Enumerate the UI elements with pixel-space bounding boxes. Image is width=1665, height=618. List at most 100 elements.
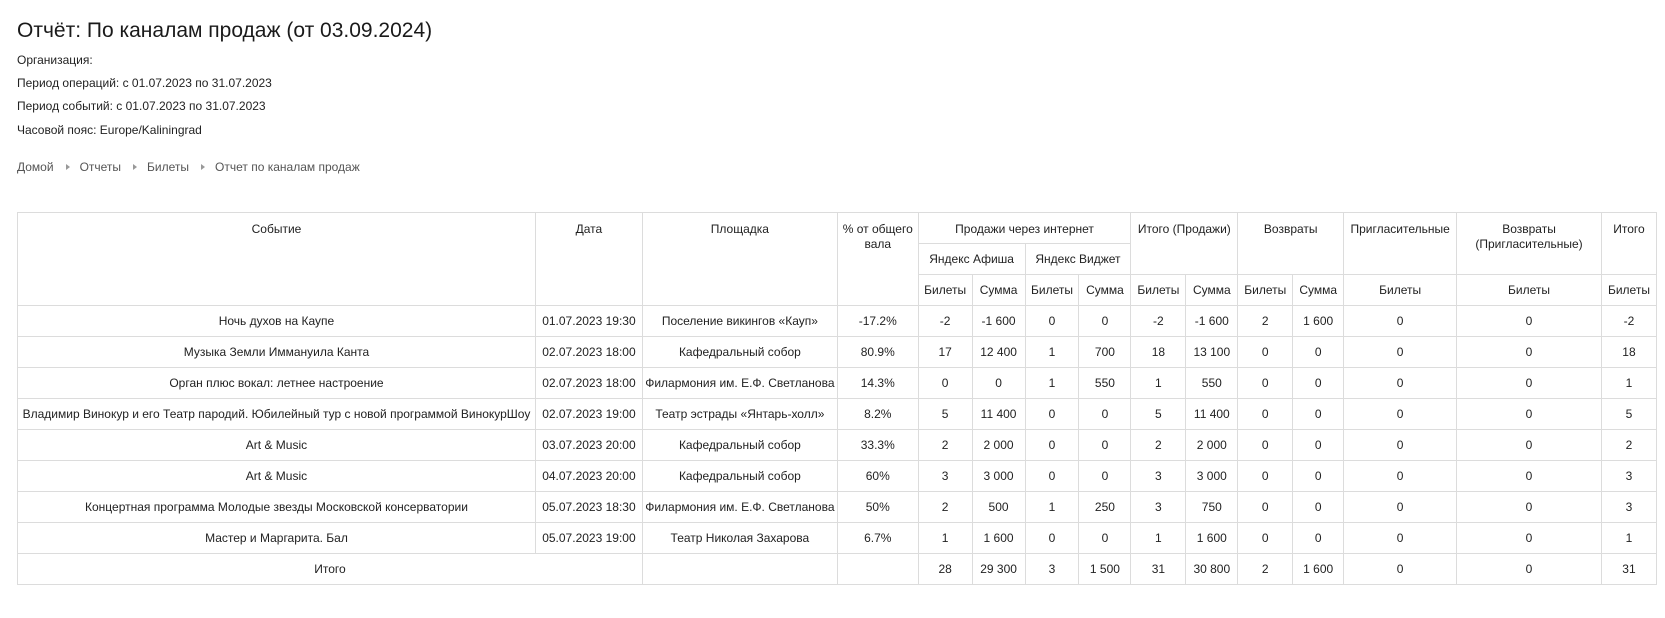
cell-returns-sum: 0 [1292, 336, 1345, 368]
cell-sales-tickets: 1 [1130, 367, 1187, 399]
cell-date: 02.07.2023 18:00 [534, 336, 643, 368]
cell-sales-sum: 750 [1185, 491, 1239, 523]
header-total-sales: Итого (Продажи) [1130, 212, 1239, 275]
cell-returns-sum: 0 [1292, 460, 1345, 492]
cell-invitations-tickets: 0 [1343, 305, 1458, 337]
cell-invitation-returns-tickets: 0 [1456, 522, 1602, 554]
breadcrumb-tickets[interactable]: Билеты [147, 160, 189, 174]
cell-afisha-tickets: 3 [917, 460, 973, 492]
header-total-tickets[interactable]: Билеты [1600, 274, 1658, 306]
chevron-right-icon [201, 164, 206, 170]
cell-event: Концертная программа Молодые звезды Моск… [17, 491, 536, 523]
header-afisha-sum[interactable]: Сумма [971, 274, 1026, 306]
cell-event: Музыка Земли Иммануила Канта [17, 336, 536, 368]
cell-returns-tickets: 0 [1237, 367, 1294, 399]
cell-sales-tickets: 18 [1130, 336, 1187, 368]
cell-sales-sum: 11 400 [1185, 398, 1239, 430]
header-total-sales-sum[interactable]: Сумма [1185, 274, 1239, 306]
cell-invitation-returns-tickets: 0 [1456, 460, 1602, 492]
cell-venue: Театр Николая Захарова [641, 522, 838, 554]
header-invitations-tickets[interactable]: Билеты [1343, 274, 1458, 306]
table-row: Мастер и Маргарита. Бал 05.07.2023 19:00 Т… [17, 522, 1658, 554]
cell-percent: 80.9% [836, 336, 919, 368]
cell-afisha-tickets: 5 [917, 398, 973, 430]
cell-invitations-tickets: 0 [1343, 460, 1458, 492]
header-event[interactable]: Событие [17, 212, 536, 306]
operations-period-line: Период операций: с 01.07.2023 по 31.07.2… [17, 76, 272, 90]
cell-venue: Театр эстрады «Янтарь-холл» [641, 398, 838, 430]
table-header-row: Событие Дата Площадка % от общего вала П… [17, 212, 1658, 306]
header-returns-sum[interactable]: Сумма [1292, 274, 1345, 306]
cell-widget-sum: 0 [1078, 398, 1132, 430]
cell-returns-tickets: 0 [1237, 522, 1294, 554]
cell-afisha-sum: -1 600 [971, 305, 1026, 337]
cell-sales-sum: -1 600 [1185, 305, 1239, 337]
timezone-line: Часовой пояс: Europe/Kaliningrad [17, 123, 202, 137]
table-row: Музыка Земли Иммануила Канта 02.07.2023 1… [17, 336, 1658, 368]
table-row: Владимир Винокур и его Театр пародий. Юб… [17, 398, 1658, 430]
cell-percent: 8.2% [836, 398, 919, 430]
cell-widget-sum: 250 [1078, 491, 1132, 523]
cell-event: Орган плюс вокал: летнее настроение [17, 367, 536, 399]
cell-percent: 33.3% [836, 429, 919, 461]
cell-event: Ночь духов на Каупе [17, 305, 536, 337]
cell-sales-tickets: 3 [1130, 491, 1187, 523]
page-title: Отчёт: По каналам продаж (от 03.09.2024) [17, 19, 433, 42]
header-returns-tickets[interactable]: Билеты [1237, 274, 1294, 306]
cell-sales-sum: 2 000 [1185, 429, 1239, 461]
organization-line: Организация: [17, 53, 93, 67]
cell-invitations-tickets: 0 [1343, 367, 1458, 399]
cell-afisha-tickets: 17 [917, 336, 973, 368]
header-date[interactable]: Дата [534, 212, 643, 306]
cell-widget-tickets: 0 [1024, 522, 1080, 554]
cell-afisha-tickets: 2 [917, 429, 973, 461]
cell-invitation-returns-tickets: 0 [1456, 429, 1602, 461]
cell-afisha-tickets: 2 [917, 491, 973, 523]
cell-afisha-sum: 2 000 [971, 429, 1026, 461]
cell-sales-sum: 13 100 [1185, 336, 1239, 368]
header-invitation-returns: Возвраты (Пригласительные) [1456, 212, 1602, 275]
cell-afisha-tickets: 0 [917, 367, 973, 399]
header-returns: Возвраты [1237, 212, 1345, 275]
cell-date: 01.07.2023 19:30 [534, 305, 643, 337]
totals-sales-sum: 30 800 [1185, 553, 1239, 585]
breadcrumb-reports[interactable]: Отчеты [80, 160, 121, 174]
sales-channel-table: Событие Дата Площадка % от общего вала П… [17, 212, 1658, 585]
cell-sales-tickets: 1 [1130, 522, 1187, 554]
breadcrumb-home[interactable]: Домой [17, 160, 54, 174]
header-invitation-returns-tickets[interactable]: Билеты [1456, 274, 1602, 306]
cell-date: 05.07.2023 18:30 [534, 491, 643, 523]
cell-total-tickets: 3 [1600, 460, 1658, 492]
cell-returns-sum: 0 [1292, 398, 1345, 430]
totals-afisha-tickets: 28 [917, 553, 973, 585]
cell-event: Art & Music [17, 460, 536, 492]
cell-venue: Филармония им. Е.Ф. Светланова [641, 491, 838, 523]
header-total-sales-tickets[interactable]: Билеты [1130, 274, 1187, 306]
cell-returns-tickets: 0 [1237, 460, 1294, 492]
cell-invitation-returns-tickets: 0 [1456, 491, 1602, 523]
cell-sales-sum: 3 000 [1185, 460, 1239, 492]
cell-widget-tickets: 0 [1024, 429, 1080, 461]
cell-percent: 6.7% [836, 522, 919, 554]
table-row: Art & Music 03.07.2023 20:00 Кафедральный … [17, 429, 1658, 461]
header-widget-tickets[interactable]: Билеты [1024, 274, 1080, 306]
totals-afisha-sum: 29 300 [971, 553, 1026, 585]
header-venue[interactable]: Площадка [641, 212, 838, 306]
cell-afisha-sum: 11 400 [971, 398, 1026, 430]
cell-venue: Кафедральный собор [641, 429, 838, 461]
cell-afisha-tickets: -2 [917, 305, 973, 337]
header-yandex-afisha: Яндекс Афиша [917, 243, 1026, 275]
cell-event: Владимир Винокур и его Театр пародий. Юб… [17, 398, 536, 430]
table-row: Ночь духов на Каупе 01.07.2023 19:30 Посел… [17, 305, 1658, 337]
cell-returns-sum: 0 [1292, 367, 1345, 399]
cell-returns-sum: 1 600 [1292, 305, 1345, 337]
cell-invitation-returns-tickets: 0 [1456, 305, 1602, 337]
cell-returns-tickets: 0 [1237, 491, 1294, 523]
header-widget-sum[interactable]: Сумма [1078, 274, 1132, 306]
cell-venue: Поселение викингов «Кауп» [641, 305, 838, 337]
header-invitations: Пригласительные [1343, 212, 1458, 275]
totals-row: Итого 28 29 300 3 1 500 31 30 800 2 1 60… [17, 553, 1658, 585]
header-afisha-tickets[interactable]: Билеты [917, 274, 973, 306]
totals-returns-tickets: 2 [1237, 553, 1294, 585]
header-percent[interactable]: % от общего вала [836, 212, 919, 306]
